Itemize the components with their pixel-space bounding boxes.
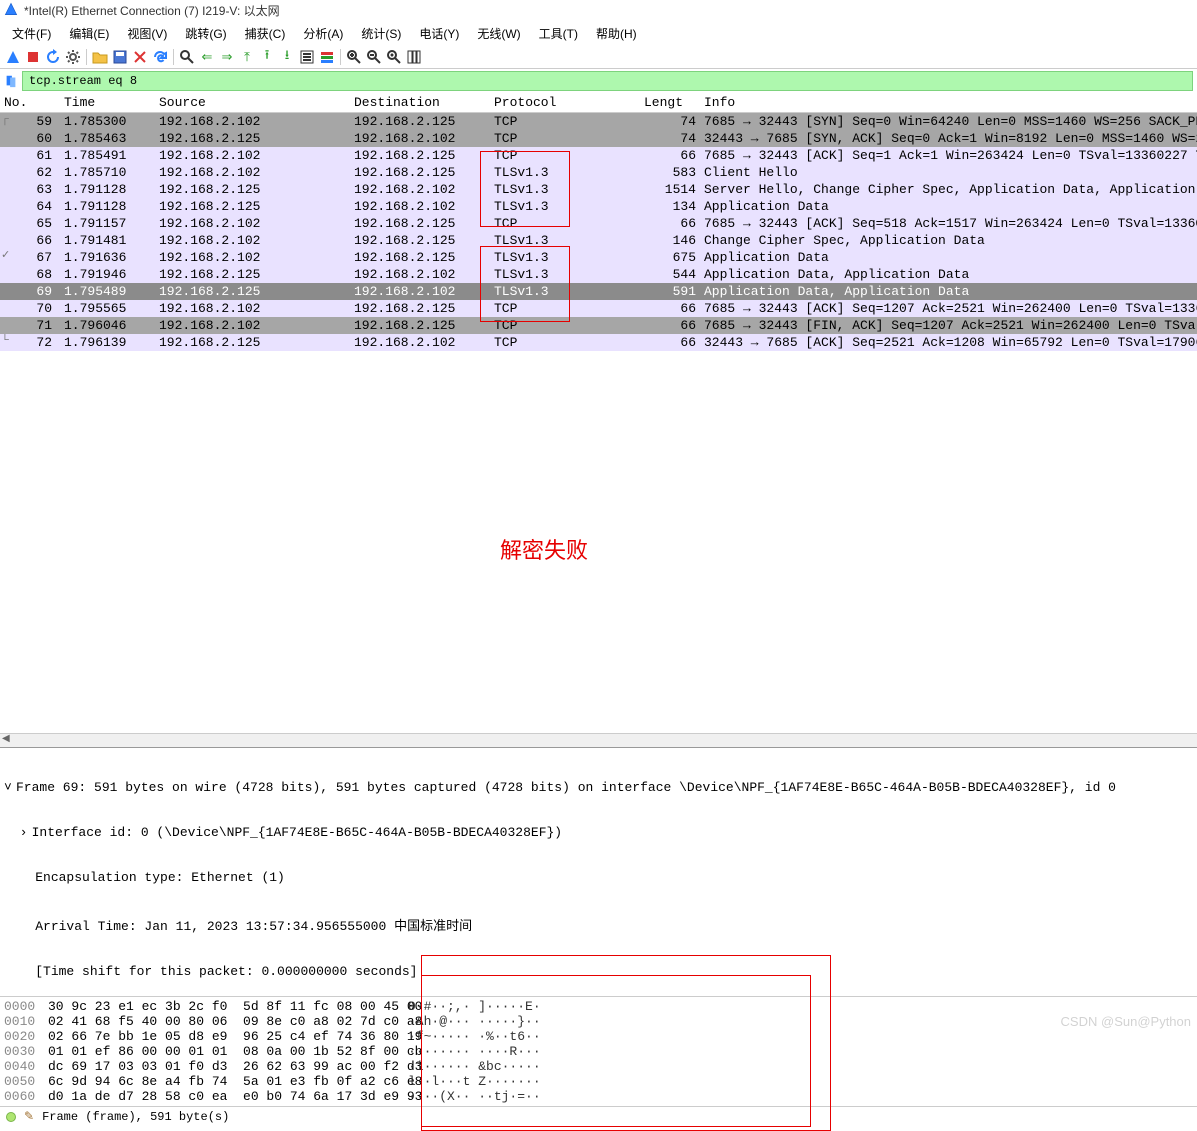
col-no[interactable]: No.	[0, 93, 60, 112]
menu-help[interactable]: 帮助(H)	[588, 23, 645, 44]
close-icon[interactable]	[131, 48, 149, 66]
options-icon[interactable]	[64, 48, 82, 66]
frame-summary[interactable]: ˅Frame 69: 591 bytes on wire (4728 bits)…	[0, 780, 1197, 795]
hex-row[interactable]: 003001 01 ef 86 00 00 01 01 08 0a 00 1b …	[0, 1044, 1197, 1059]
packet-row[interactable]: 601.785463192.168.2.125192.168.2.102TCP7…	[0, 130, 1197, 147]
status-text: Frame (frame), 591 byte(s)	[42, 1110, 229, 1124]
packet-details-pane[interactable]: ˅Frame 69: 591 bytes on wire (4728 bits)…	[0, 747, 1197, 996]
zoom-in-icon[interactable]	[345, 48, 363, 66]
chevron-right-icon[interactable]: ›	[20, 825, 32, 840]
menu-analyze[interactable]: 分析(A)	[295, 23, 351, 44]
chevron-down-icon[interactable]: ˅	[4, 780, 16, 795]
packet-row[interactable]: 711.796046192.168.2.102192.168.2.125TCP6…	[0, 317, 1197, 334]
go-last-icon[interactable]: ⭳	[278, 48, 296, 66]
restart-capture-icon[interactable]	[44, 48, 62, 66]
toolbar-separator	[86, 49, 87, 65]
packet-row[interactable]: 701.795565192.168.2.102192.168.2.125TCP6…	[0, 300, 1197, 317]
menu-wireless[interactable]: 无线(W)	[469, 23, 528, 44]
col-length[interactable]: Lengt	[640, 93, 700, 112]
interface-id[interactable]: ›Interface id: 0 (\Device\NPF_{1AF74E8E-…	[0, 825, 1197, 840]
colorize-icon[interactable]	[318, 48, 336, 66]
packet-row[interactable]: 691.795489192.168.2.125192.168.2.102TLSv…	[0, 283, 1197, 300]
open-icon[interactable]	[91, 48, 109, 66]
col-info[interactable]: Info	[700, 93, 1197, 112]
menu-file[interactable]: 文件(F)	[4, 23, 59, 44]
expert-info-icon[interactable]	[6, 1112, 16, 1122]
bookmark-icon[interactable]	[4, 74, 18, 88]
go-back-icon[interactable]: ⇐	[198, 48, 216, 66]
annotation-text: 解密失败	[500, 533, 588, 565]
hex-row[interactable]: 00506c 9d 94 6c 8e a4 fb 74 5a 01 e3 fb …	[0, 1074, 1197, 1089]
go-to-packet-icon[interactable]: ⤒	[238, 48, 256, 66]
window-title: *Intel(R) Ethernet Connection (7) I219-V…	[24, 2, 280, 19]
col-source[interactable]: Source	[155, 93, 350, 112]
packet-row[interactable]: ┌591.785300192.168.2.102192.168.2.125TCP…	[0, 113, 1197, 130]
packet-row[interactable]: 661.791481192.168.2.102192.168.2.125TLSv…	[0, 232, 1197, 249]
edit-icon[interactable]: ✎	[24, 1109, 34, 1124]
toolbar: ⇐ ⇒ ⤒ ⭱ ⭳	[0, 46, 1197, 69]
time-shift[interactable]: [Time shift for this packet: 0.000000000…	[0, 964, 1197, 979]
col-destination[interactable]: Destination	[350, 93, 490, 112]
auto-scroll-icon[interactable]	[298, 48, 316, 66]
start-capture-icon[interactable]	[4, 48, 22, 66]
packet-row[interactable]: 651.791157192.168.2.102192.168.2.125TCP6…	[0, 215, 1197, 232]
packet-row[interactable]: └721.796139192.168.2.125192.168.2.102TCP…	[0, 334, 1197, 351]
titlebar: *Intel(R) Ethernet Connection (7) I219-V…	[0, 0, 1197, 21]
menu-statistics[interactable]: 统计(S)	[353, 23, 409, 44]
stop-capture-icon[interactable]	[24, 48, 42, 66]
status-bar: ✎ Frame (frame), 591 byte(s)	[0, 1106, 1197, 1126]
toolbar-separator	[340, 49, 341, 65]
packet-list[interactable]: No. Time Source Destination Protocol Len…	[0, 93, 1197, 747]
menubar: 文件(F) 编辑(E) 视图(V) 跳转(G) 捕获(C) 分析(A) 统计(S…	[0, 21, 1197, 46]
hex-row[interactable]: 002002 66 7e bb 1e 05 d8 e9 96 25 c4 ef …	[0, 1029, 1197, 1044]
packet-row[interactable]: 611.785491192.168.2.102192.168.2.125TCP6…	[0, 147, 1197, 164]
go-first-icon[interactable]: ⭱	[258, 48, 276, 66]
hex-row[interactable]: 000030 9c 23 e1 ec 3b 2c f0 5d 8f 11 fc …	[0, 999, 1197, 1014]
go-forward-icon[interactable]: ⇒	[218, 48, 236, 66]
packet-list-header: No. Time Source Destination Protocol Len…	[0, 93, 1197, 113]
menu-tools[interactable]: 工具(T)	[531, 23, 586, 44]
menu-view[interactable]: 视图(V)	[119, 23, 175, 44]
packet-row[interactable]: 681.791946192.168.2.125192.168.2.102TLSv…	[0, 266, 1197, 283]
zoom-out-icon[interactable]	[365, 48, 383, 66]
filter-bar	[0, 69, 1197, 93]
menu-go[interactable]: 跳转(G)	[177, 23, 234, 44]
packet-row[interactable]: 641.791128192.168.2.125192.168.2.102TLSv…	[0, 198, 1197, 215]
col-protocol[interactable]: Protocol	[490, 93, 640, 112]
arrival-time[interactable]: Arrival Time: Jan 11, 2023 13:57:34.9565…	[0, 915, 1197, 934]
app-icon	[4, 2, 18, 19]
packet-bytes-pane[interactable]: 000030 9c 23 e1 ec 3b 2c f0 5d 8f 11 fc …	[0, 996, 1197, 1106]
menu-edit[interactable]: 编辑(E)	[61, 23, 117, 44]
zoom-reset-icon[interactable]	[385, 48, 403, 66]
col-time[interactable]: Time	[60, 93, 155, 112]
horizontal-scrollbar[interactable]	[0, 733, 1197, 747]
packet-row[interactable]: 631.791128192.168.2.125192.168.2.102TLSv…	[0, 181, 1197, 198]
hex-row[interactable]: 001002 41 68 f5 40 00 80 06 09 8e c0 a8 …	[0, 1014, 1197, 1029]
reload-icon[interactable]	[151, 48, 169, 66]
encapsulation-type[interactable]: Encapsulation type: Ethernet (1)	[0, 870, 1197, 885]
toolbar-separator	[173, 49, 174, 65]
packet-list-body[interactable]: 解密失败 ┌591.785300192.168.2.102192.168.2.1…	[0, 113, 1197, 733]
packet-row[interactable]: 621.785710192.168.2.102192.168.2.125TLSv…	[0, 164, 1197, 181]
resize-columns-icon[interactable]	[405, 48, 423, 66]
hex-row[interactable]: 0040dc 69 17 03 03 01 f0 d3 26 62 63 99 …	[0, 1059, 1197, 1074]
menu-telephony[interactable]: 电话(Y)	[411, 23, 467, 44]
menu-capture[interactable]: 捕获(C)	[237, 23, 294, 44]
find-icon[interactable]	[178, 48, 196, 66]
packet-row[interactable]: ✓671.791636192.168.2.102192.168.2.125TLS…	[0, 249, 1197, 266]
save-icon[interactable]	[111, 48, 129, 66]
hex-row[interactable]: 0060d0 1a de d7 28 58 c0 ea e0 b0 74 6a …	[0, 1089, 1197, 1104]
display-filter-input[interactable]	[22, 71, 1193, 91]
